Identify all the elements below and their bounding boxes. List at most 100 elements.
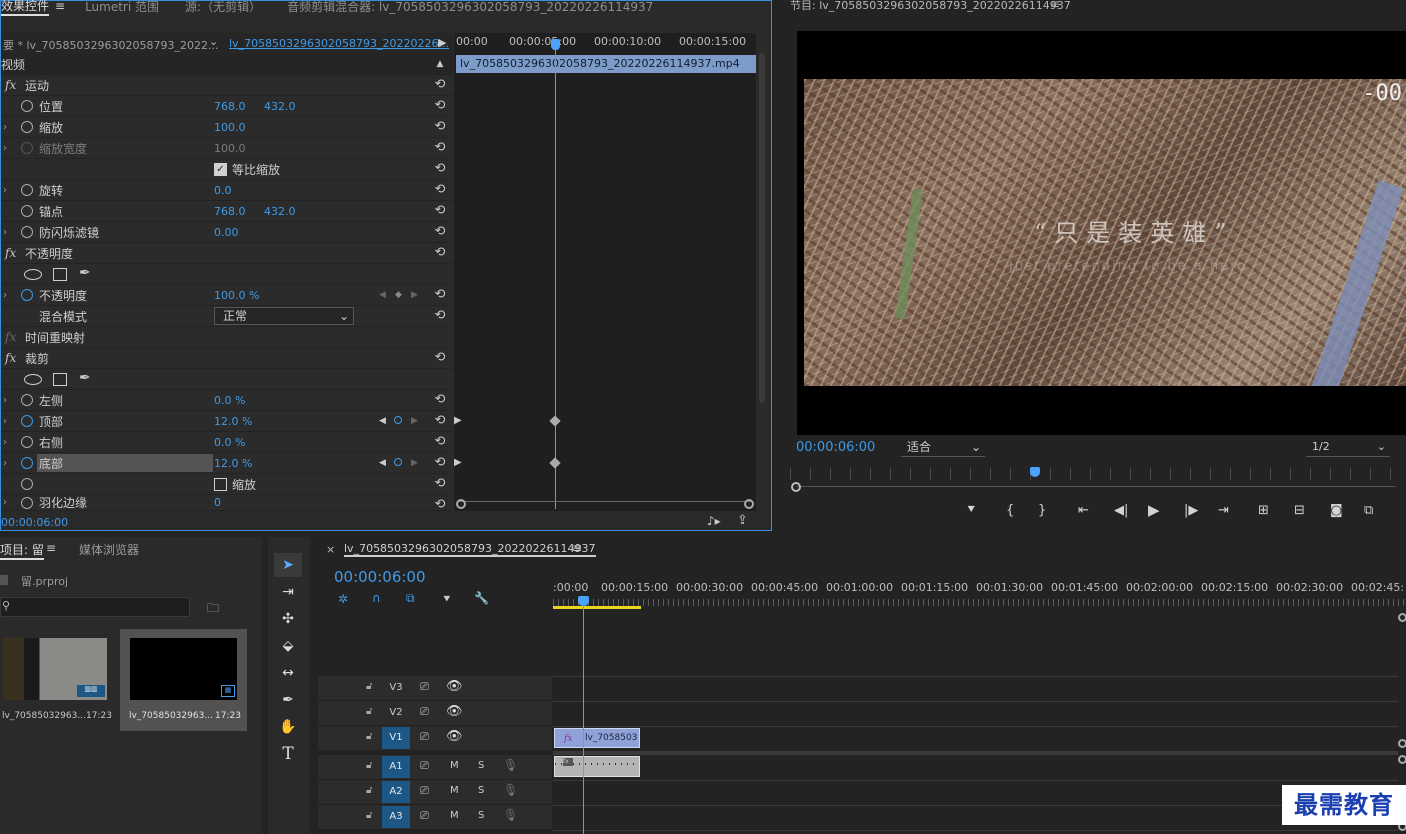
twirl-icon[interactable]: › — [3, 290, 7, 301]
antiflicker-value[interactable]: 0.00 — [214, 226, 239, 239]
add-keyframe-icon[interactable] — [394, 458, 402, 466]
step-back-icon[interactable]: ◀| — [1114, 503, 1128, 518]
program-viewport[interactable]: -00 “只是装英雄” Just pretending to be a hero — [797, 31, 1406, 435]
solo-button[interactable]: S — [478, 785, 484, 796]
stopwatch-icon[interactable] — [21, 205, 33, 217]
sync-lock-film-icon[interactable]: ⎚ — [420, 784, 429, 798]
stopwatch-icon[interactable] — [21, 457, 33, 469]
track-scroll-handle[interactable] — [1398, 755, 1406, 764]
next-keyframe-icon[interactable]: ▶ — [411, 458, 418, 468]
selection-tool-icon[interactable]: ➤ — [274, 553, 302, 577]
sync-lock-film-icon[interactable]: ⎚ — [420, 705, 429, 719]
reset-icon[interactable]: ⟲ — [433, 225, 447, 239]
twirl-icon[interactable]: › — [3, 143, 7, 154]
stopwatch-icon[interactable] — [21, 496, 33, 509]
mute-button[interactable]: M — [450, 760, 459, 771]
razor-tool-icon[interactable]: ⬙ — [274, 634, 302, 658]
next-keyframe-icon[interactable]: ▶ — [411, 290, 418, 300]
play-only-icon[interactable]: ▶ — [438, 36, 446, 49]
eye-icon[interactable]: 👁︎ — [446, 704, 463, 719]
close-icon[interactable]: × — [326, 543, 335, 556]
reset-icon[interactable]: ⟲ — [433, 477, 447, 491]
button-editor-icon[interactable]: ⧉ — [1364, 503, 1373, 518]
feather-value[interactable]: 0 — [214, 496, 221, 509]
tab-source[interactable]: 源:（无剪辑） — [185, 0, 261, 15]
lock-icon[interactable]: 🔓︎ — [366, 785, 372, 796]
tab-audio-clip-mixer[interactable]: 音频剪辑混合器: lv_7058503296302058793_20220226… — [287, 0, 653, 15]
rectangle-mask-icon[interactable] — [53, 373, 67, 386]
stopwatch-icon[interactable] — [21, 121, 33, 133]
tab-media-browser[interactable]: 媒体浏览器 — [79, 541, 139, 558]
lock-icon[interactable]: 🔓︎ — [366, 810, 372, 821]
stopwatch-icon[interactable] — [21, 184, 33, 196]
ellipse-mask-icon[interactable] — [24, 269, 42, 280]
sync-lock-film-icon[interactable]: ⎚ — [420, 759, 429, 773]
anchor-x-value[interactable]: 768.0 — [214, 205, 246, 218]
audio-icon[interactable]: ♪▸ — [707, 514, 721, 528]
timeline-tab[interactable]: lv_7058503296302058793_20220226114937 — [344, 542, 596, 557]
track-target-v2[interactable]: V2 — [382, 702, 410, 724]
snap-icon[interactable]: ∩ — [372, 591, 381, 605]
go-to-in-icon[interactable]: ⇤ — [1078, 503, 1089, 518]
slip-tool-icon[interactable]: ↔ — [274, 661, 302, 685]
twirl-icon[interactable]: › — [3, 497, 7, 508]
track-divider[interactable] — [553, 751, 1398, 755]
timeline-playhead-line[interactable] — [583, 604, 584, 834]
eye-icon[interactable]: 👁︎ — [446, 729, 463, 744]
ripple-edit-tool-icon[interactable]: ✣ — [274, 607, 302, 631]
video-clip-v1[interactable]: fx lv_7058503 — [554, 728, 640, 748]
effect-motion[interactable]: fx 运动 ⟲ — [1, 75, 453, 96]
reset-icon[interactable]: ⟲ — [433, 246, 447, 260]
track-target-v3[interactable]: V3 — [382, 677, 410, 699]
linked-selection-icon[interactable]: ⧉ — [406, 591, 415, 606]
crop-right-value[interactable]: 0.0 % — [214, 436, 245, 449]
step-forward-icon[interactable]: |▶ — [1184, 503, 1198, 518]
add-keyframe-icon[interactable]: ◆ — [395, 290, 402, 300]
track-select-tool-icon[interactable]: ⇥ — [274, 580, 302, 604]
vertical-scrollbar[interactable] — [759, 53, 765, 403]
anchor-y-value[interactable]: 432.0 — [264, 205, 296, 218]
reset-icon[interactable]: ⟲ — [433, 141, 447, 155]
play-icon[interactable]: ▶ — [1148, 501, 1160, 519]
fit-dropdown[interactable]: 适合 ⌄ — [901, 439, 985, 457]
crop-top-value[interactable]: 12.0 % — [214, 415, 252, 428]
add-marker-icon[interactable]: ⯆ — [966, 503, 976, 518]
tab-project[interactable]: 项目: 留 — [0, 541, 44, 560]
rotation-value[interactable]: 0.0 — [214, 184, 232, 197]
tab-menu-icon[interactable]: ≡ — [572, 541, 582, 555]
project-item-1[interactable]: ▥▥ lv_70585032963... 17:23 — [0, 629, 115, 731]
position-x-value[interactable]: 768.0 — [214, 100, 246, 113]
reset-icon[interactable]: ⟲ — [433, 456, 447, 470]
stopwatch-icon[interactable] — [21, 289, 33, 301]
chevron-down-icon[interactable]: ⌄ — [209, 35, 218, 48]
project-item-2[interactable]: ▦ lv_70585032963... 17:23 — [120, 629, 247, 731]
stopwatch-icon[interactable] — [21, 436, 33, 448]
reset-icon[interactable]: ⟲ — [433, 162, 447, 176]
uniform-scale-checkbox[interactable]: ✓ — [214, 163, 227, 176]
fx-icon[interactable]: fx — [5, 246, 16, 260]
type-tool-icon[interactable]: T — [274, 742, 302, 766]
audio-clip-a1[interactable]: fx — [554, 756, 640, 777]
sequence-clip-label[interactable]: lv_7058503296302058793_20220226... — [229, 37, 449, 50]
tab-lumetri-scopes[interactable]: Lumetri 范围 — [85, 0, 159, 15]
collapse-icon[interactable]: ▲ — [433, 57, 447, 71]
keyframe-top[interactable] — [549, 415, 561, 427]
pen-mask-icon[interactable]: ✒ — [79, 370, 91, 386]
track-target-a2[interactable]: A2 — [382, 781, 410, 803]
program-playhead[interactable] — [1030, 467, 1040, 477]
blend-mode-dropdown[interactable]: 正常 ⌄ — [214, 307, 354, 325]
mute-button[interactable]: M — [450, 810, 459, 821]
twirl-icon[interactable]: › — [3, 416, 7, 427]
program-zoom-handle[interactable] — [791, 482, 801, 492]
hand-tool-icon[interactable]: ✋ — [274, 715, 302, 739]
ellipse-mask-icon[interactable] — [24, 374, 42, 385]
kf-playhead-handle[interactable] — [551, 39, 560, 50]
solo-button[interactable]: S — [478, 760, 484, 771]
voiceover-mic-icon[interactable]: 🎙︎ — [503, 758, 518, 772]
solo-button[interactable]: S — [478, 810, 484, 821]
lift-icon[interactable]: ⊞ — [1258, 503, 1269, 518]
kf-zoom-scrollbar[interactable] — [458, 501, 752, 509]
zoom-checkbox[interactable] — [214, 478, 227, 491]
lock-icon[interactable]: 🔓︎ — [366, 681, 372, 692]
kf-clip-bar[interactable]: lv_7058503296302058793_20220226114937.mp… — [456, 55, 756, 73]
